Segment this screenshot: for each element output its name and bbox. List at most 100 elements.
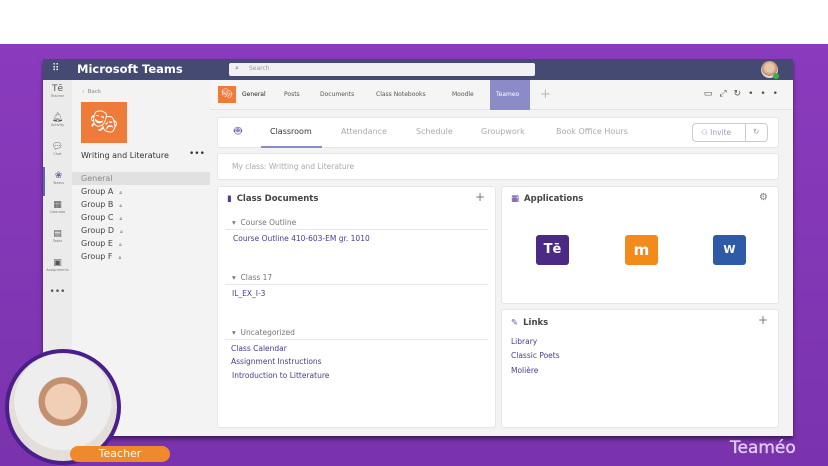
section-class-17[interactable]: ▾ Class 17 [225, 273, 488, 285]
moodle-app-icon[interactable]: m [625, 235, 658, 265]
rail-activity[interactable]: 🔔︎ Activity [43, 109, 72, 138]
classroom-nav: 🤖︎ Classroom Attendance Schedule Groupwo… [217, 117, 779, 148]
grid-icon: ▦ [511, 194, 520, 204]
tab-posts[interactable]: Posts [284, 80, 300, 110]
search-placeholder: Search [249, 65, 270, 72]
user-avatar[interactable] [761, 61, 779, 79]
link-library[interactable]: Library [511, 337, 537, 346]
add-link-icon[interactable]: + [758, 313, 768, 327]
lock-icon: 🔒︎ [119, 216, 123, 222]
tab-groupwork[interactable]: Groupwork [481, 127, 525, 136]
channel-group-c[interactable]: Group C 🔒︎ [72, 211, 210, 224]
expand-icon[interactable]: ⤢ [719, 89, 733, 99]
teameo-app-icon[interactable]: Tē [536, 235, 569, 265]
rail-label: Chat [53, 152, 62, 156]
main-area: 🎭︎ General Posts Documents Class Noteboo… [210, 80, 793, 436]
more-icon[interactable]: ••• [748, 89, 785, 99]
rail-calendar[interactable]: ▦ Calendar [43, 196, 72, 225]
channel-list: General Group A 🔒︎ Group B 🔒︎ Group C 🔒︎ Gr… [72, 172, 210, 263]
channel-label: Group E [81, 239, 113, 248]
channel-logo-icon: 🎭︎ [218, 86, 236, 103]
teams-window: ⠿ Microsoft Teams ⌕ Search Tē Teacher 🔔︎ Ac… [43, 59, 793, 436]
settings-gear-icon[interactable]: ⚙ [759, 192, 768, 203]
tab-actions: ▭⤢↻••• [704, 89, 785, 99]
tab-moodle[interactable]: Moodle [452, 80, 474, 110]
section-label: Class 17 [240, 273, 273, 282]
search-input[interactable]: ⌕ Search [229, 63, 535, 76]
channel-tab-bar: 🎭︎ General Posts Documents Class Noteboo… [210, 80, 793, 110]
teameo-content: 🤖︎ Classroom Attendance Schedule Groupwo… [210, 111, 793, 436]
card-title: Links [523, 318, 549, 328]
links-card: ✎ Links + Library Classic Poets Molière [501, 309, 779, 428]
channel-group-e[interactable]: Group E 🔒︎ [72, 237, 210, 250]
document-link[interactable]: IL_EX_I-3 [232, 289, 265, 298]
lock-icon: 🔒︎ [119, 190, 123, 196]
lock-icon: 🔒︎ [120, 229, 123, 235]
person-icon: ⚇ [701, 128, 708, 137]
card-title: Class Documents [236, 194, 319, 204]
rail-tasks[interactable]: ▤ Tasks [43, 225, 72, 254]
tab-teameo[interactable]: Teameo [490, 80, 530, 110]
tab-schedule[interactable]: Schedule [416, 127, 453, 136]
channel-group-b[interactable]: Group B 🔒︎ [72, 198, 210, 211]
active-tab-underline [261, 146, 322, 148]
app-launcher-icon[interactable]: ⠿ [52, 63, 59, 74]
section-course-outline[interactable]: ▾ Course Outline [225, 218, 488, 230]
channel-label: Group A [81, 187, 114, 196]
refresh-icon[interactable]: ↻ [753, 127, 759, 136]
rail-teams[interactable]: ❀ Teams [43, 167, 72, 196]
status-dot [773, 73, 779, 79]
back-link[interactable]: ‹ Back [82, 89, 101, 95]
caret-down-icon: ▾ [232, 273, 236, 282]
channel-group-a[interactable]: Group A 🔒︎ [72, 185, 210, 198]
channel-group-f[interactable]: Group F 🔒︎ [72, 250, 210, 263]
add-document-icon[interactable]: + [475, 190, 485, 204]
rail-chat[interactable]: 💬︎ Chat [43, 138, 72, 167]
lock-icon: 🔒︎ [119, 203, 123, 209]
document-link[interactable]: Assignment Instructions [231, 357, 322, 366]
lock-icon: 🔒︎ [118, 242, 122, 248]
app-title: Microsoft Teams [77, 62, 183, 76]
caret-down-icon: ▾ [232, 218, 236, 227]
teacher-label: Teacher [70, 446, 170, 462]
divider [745, 124, 746, 141]
invite-label: Invite [710, 128, 732, 137]
channel-group-d[interactable]: Group D 🔒︎ [72, 224, 210, 237]
rail-label: Activity [50, 123, 65, 127]
tab-classroom[interactable]: Classroom [270, 127, 312, 136]
document-link[interactable]: Class Calendar [231, 344, 287, 353]
card-title: Applications [524, 194, 584, 204]
invite-button[interactable]: ⚇ Invite ↻ [692, 123, 768, 142]
add-tab-icon[interactable]: + [540, 80, 551, 110]
channel-label: Group D [81, 226, 115, 235]
link-moliere[interactable]: Molière [511, 366, 538, 375]
tab-documents[interactable]: Documents [320, 80, 354, 110]
link-classic-poets[interactable]: Classic Poets [511, 351, 560, 360]
refresh-icon[interactable]: ↻ [734, 89, 749, 99]
rail-label: Tasks [52, 239, 63, 243]
back-label: Back [87, 89, 102, 95]
document-link[interactable]: Course Outline 410-603-EM gr. 1010 [233, 234, 370, 243]
pencil-icon: ✎ [511, 318, 519, 328]
title-bar: ⠿ Microsoft Teams ⌕ Search [43, 59, 793, 80]
rail-teacher[interactable]: Tē Teacher [43, 80, 72, 109]
rail-assignments[interactable]: ▣ Assignments [43, 254, 72, 283]
caret-down-icon: ▾ [232, 328, 236, 337]
channel-label: Group C [81, 213, 114, 222]
rail-label: Assignments [46, 268, 69, 272]
more-options-icon[interactable]: ••• [189, 149, 205, 159]
more-apps-icon[interactable]: ••• [43, 283, 72, 312]
teameo-brand-logo: Teaméo [730, 438, 796, 458]
my-class-bar: My class: Writting and Literature [217, 153, 779, 180]
tab-class-notebooks[interactable]: Class Notebooks [376, 80, 426, 110]
channel-general[interactable]: General [72, 172, 210, 185]
word-app-icon[interactable]: W [713, 235, 746, 265]
document-link[interactable]: Introduction to Litterature [232, 371, 329, 380]
tab-general[interactable]: General [242, 80, 266, 110]
conversation-icon[interactable]: ▭ [704, 89, 720, 99]
my-class-label: My class: Writting and Literature [232, 162, 355, 171]
section-uncategorized[interactable]: ▾ Uncategorized [225, 328, 488, 340]
tab-attendance[interactable]: Attendance [341, 127, 387, 136]
document-icon: ▮ [227, 194, 232, 204]
tab-book-office-hours[interactable]: Book Office Hours [556, 127, 628, 136]
